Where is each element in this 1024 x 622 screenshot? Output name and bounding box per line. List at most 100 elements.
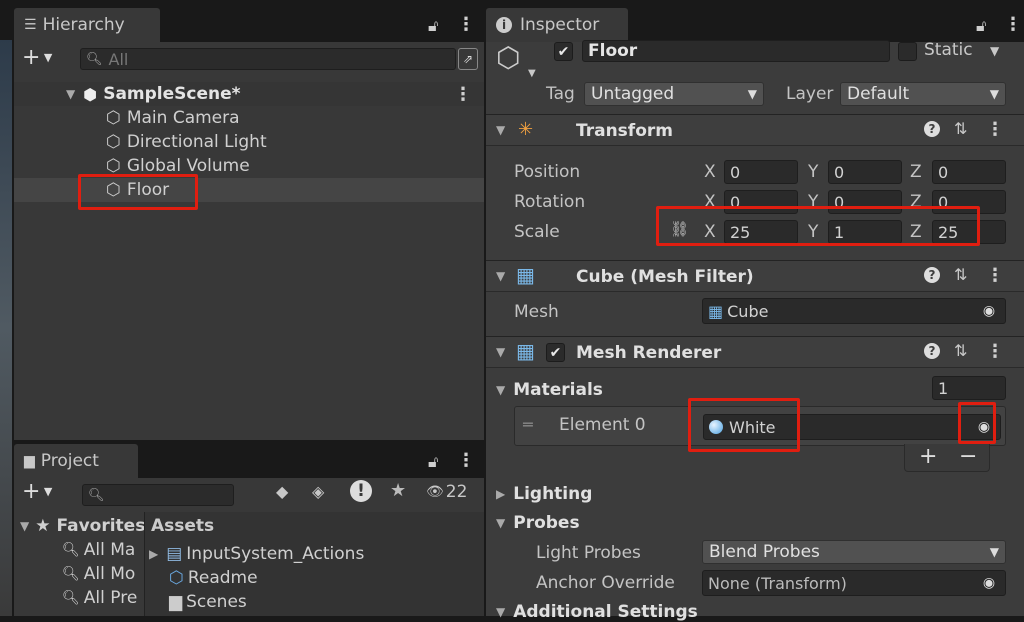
position-z-field[interactable]: 0	[932, 160, 1006, 184]
asset-row[interactable]: ▆ Scenes	[169, 590, 247, 614]
assets-pane: Assets ▶ ▤ InputSystem_Actions ⬡ Readme …	[144, 512, 484, 616]
asset-label: Readme	[187, 568, 258, 588]
expand-arrow-icon[interactable]: ▼	[496, 123, 505, 137]
help-icon[interactable]: ?	[924, 343, 940, 359]
additional-settings-foldout[interactable]: ▼ Additional Settings	[496, 602, 698, 622]
preset-icon[interactable]: ⇅	[954, 119, 967, 138]
layer-value: Default	[847, 84, 910, 104]
list-item[interactable]: 🔍︎ All Mo	[62, 562, 135, 586]
chevron-down-icon: ▼	[747, 87, 757, 101]
active-checkbox[interactable]: ✔	[554, 42, 573, 61]
info-icon: i	[496, 17, 512, 33]
mesh-filter-header[interactable]: ▼ ▦ Cube (Mesh Filter) ? ⇅ ⋮	[486, 260, 1024, 292]
project-add-button[interactable]: + ▼	[22, 481, 52, 503]
component-more-icon[interactable]: ⋮	[986, 119, 1004, 140]
preset-icon[interactable]: ⇅	[954, 341, 967, 360]
favorites-star-icon[interactable]: ★	[390, 480, 406, 501]
hierarchy-tab[interactable]: ☰ Hierarchy	[14, 8, 160, 42]
warning-icon[interactable]: !	[350, 480, 372, 502]
hierarchy-panel: ☰ Hierarchy 🔓︎ ⋮ + ▼ 🔍︎ All ⇗ ▼ ⬢ Sample…	[14, 8, 484, 440]
asset-row[interactable]: ▶ ▤ InputSystem_Actions	[149, 542, 364, 566]
inspector-lock-icon[interactable]: 🔓︎	[976, 16, 986, 36]
tag-value: Untagged	[591, 84, 675, 104]
list-item[interactable]: ⬡ Directional Light	[106, 130, 267, 154]
hierarchy-more-icon[interactable]: ⋮	[457, 14, 475, 35]
hierarchy-search-input[interactable]: 🔍︎ All	[80, 48, 456, 70]
position-x-field[interactable]: 0	[724, 160, 798, 184]
static-dropdown-icon[interactable]: ▼	[990, 44, 999, 58]
project-lock-icon[interactable]: 🔓︎	[428, 452, 438, 472]
add-element-button[interactable]: +	[919, 444, 937, 469]
project-more-icon[interactable]: ⋮	[457, 450, 475, 471]
transform-header[interactable]: ▼ ✳ Transform ? ⇅ ⋮	[486, 114, 1024, 146]
expand-arrow-icon[interactable]: ▼	[496, 516, 505, 530]
help-icon[interactable]: ?	[924, 267, 940, 283]
expand-arrow-icon[interactable]: ▼	[496, 605, 505, 619]
list-add-remove: + −	[904, 444, 990, 472]
tag-dropdown[interactable]: Untagged ▼	[584, 82, 764, 106]
position-x-value: 0	[730, 162, 741, 182]
mesh-object-field[interactable]: ▦ Cube ◉	[702, 298, 1006, 324]
scene-row[interactable]: ▼ ⬢ SampleScene* ⋮	[14, 82, 484, 106]
lighting-foldout[interactable]: ▶ Lighting	[496, 484, 592, 504]
object-picker-icon[interactable]: ◉	[978, 572, 1000, 594]
search-icon: 🔍︎	[62, 590, 80, 606]
inspector-more-icon[interactable]: ⋮	[1004, 14, 1022, 35]
hierarchy-lock-icon[interactable]: 🔓︎	[428, 16, 438, 36]
material-highlight-box	[688, 398, 800, 452]
list-item[interactable]: 🔍︎ All Ma	[62, 538, 135, 562]
expand-arrow-icon[interactable]: ▼	[20, 519, 29, 533]
element-label: Element 0	[559, 415, 646, 435]
search-icon: 🔍︎	[88, 487, 105, 503]
expand-arrow-icon[interactable]: ▼	[496, 383, 505, 397]
component-more-icon[interactable]: ⋮	[986, 265, 1004, 286]
mesh-renderer-enabled-checkbox[interactable]: ✔	[546, 343, 565, 362]
light-probes-label: Light Probes	[536, 543, 641, 563]
icon-dropdown-icon[interactable]: ▼	[528, 68, 536, 79]
search-icon: 🔍︎	[62, 566, 80, 582]
position-y-field[interactable]: 0	[828, 160, 902, 184]
filter-type-icon[interactable]: ◆	[276, 482, 288, 501]
expand-arrow-icon[interactable]: ▼	[496, 269, 505, 283]
light-probes-dropdown[interactable]: Blend Probes ▼	[702, 540, 1006, 564]
scene-visibility-icon[interactable]: ⇗	[458, 48, 478, 70]
lighting-label: Lighting	[513, 484, 593, 504]
asset-label: Scenes	[186, 592, 247, 612]
project-search-input[interactable]: 🔍︎	[82, 484, 234, 506]
object-picker-icon[interactable]: ◉	[978, 300, 1000, 322]
object-name-input[interactable]: Floor	[582, 40, 890, 62]
assets-header: Assets	[151, 516, 215, 536]
asset-row[interactable]: ⬡ Readme	[169, 566, 258, 590]
help-icon[interactable]: ?	[924, 121, 940, 137]
preset-icon[interactable]: ⇅	[954, 265, 967, 284]
floor-highlight-box	[78, 174, 198, 210]
inspector-tab[interactable]: i Inspector	[486, 8, 628, 42]
favorite-label: All Ma	[83, 540, 136, 560]
favorites-header[interactable]: ▼ ★ Favorites	[20, 514, 145, 538]
materials-foldout[interactable]: ▼ Materials	[496, 380, 603, 400]
hidden-packages-toggle[interactable]: 👁︎ 22	[426, 482, 467, 502]
add-button[interactable]: + ▼	[22, 47, 52, 69]
static-checkbox[interactable]	[898, 42, 917, 61]
gameobject-cube-icon: ⬡	[496, 41, 521, 74]
chevron-down-icon: ▼	[989, 545, 999, 559]
component-more-icon[interactable]: ⋮	[986, 341, 1004, 362]
probes-foldout[interactable]: ▼ Probes	[496, 513, 580, 533]
expand-arrow-icon[interactable]: ▶	[496, 487, 505, 501]
expand-arrow-icon[interactable]: ▼	[66, 87, 75, 101]
filter-label-icon[interactable]: ◈	[312, 482, 324, 501]
drag-handle-icon[interactable]: ═	[523, 415, 533, 434]
anchor-override-field[interactable]: None (Transform) ◉	[702, 570, 1006, 596]
materials-count-field[interactable]: 1	[932, 376, 1006, 400]
list-item[interactable]: 🔍︎ All Pre	[62, 586, 137, 610]
scene-more-icon[interactable]: ⋮	[454, 84, 472, 105]
project-tab[interactable]: ▆ Project	[14, 444, 138, 478]
expand-arrow-icon[interactable]: ▶	[149, 547, 158, 561]
favorites-label: Favorites	[56, 516, 146, 536]
remove-element-button[interactable]: −	[959, 444, 977, 469]
list-item[interactable]: ⬡ Main Camera	[106, 106, 240, 130]
tag-label: Tag	[546, 84, 575, 104]
mesh-renderer-header[interactable]: ▼ ▦ ✔ Mesh Renderer ? ⇅ ⋮	[486, 336, 1024, 368]
layer-dropdown[interactable]: Default ▼	[840, 82, 1006, 106]
expand-arrow-icon[interactable]: ▼	[496, 345, 505, 359]
